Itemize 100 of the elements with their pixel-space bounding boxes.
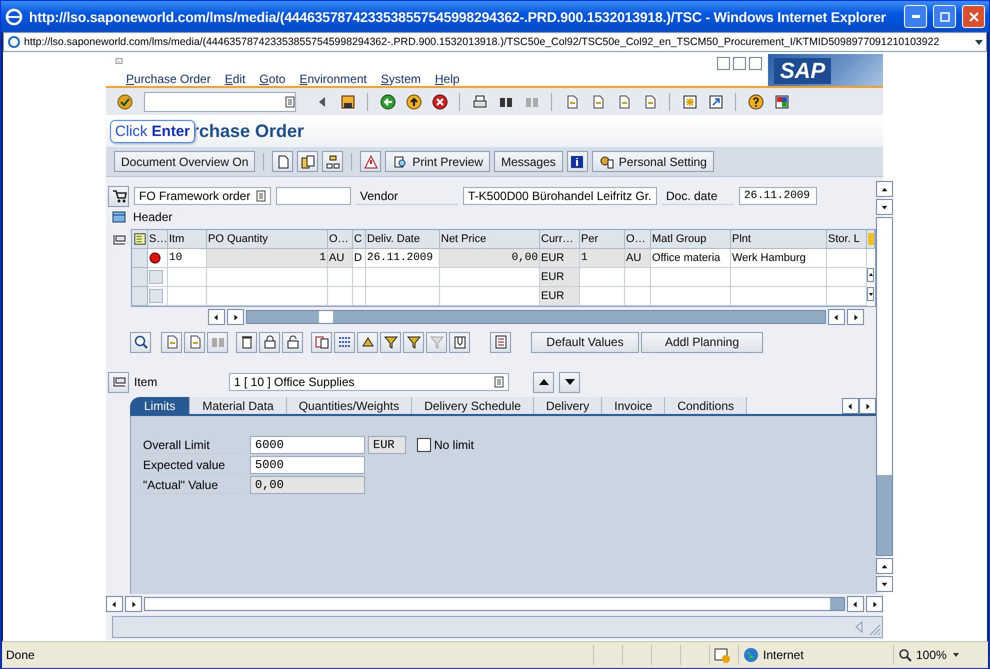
menu-item[interactable]: Environment	[299, 72, 367, 86]
delete-icon[interactable]	[236, 332, 257, 352]
horizontal-scrollbar[interactable]	[144, 597, 845, 611]
command-field[interactable]	[144, 92, 296, 112]
tab[interactable]: Material Data	[190, 397, 287, 414]
scroll-up-icon[interactable]	[876, 181, 893, 197]
filter-settings-icon[interactable]	[403, 332, 424, 352]
section-label: Header	[133, 210, 172, 224]
address-field[interactable]: http://lso.saponeworld.com/lms/media/(4446357874233538557545998294362-.PRD.900.1532013918.)/TSC50e_Col92/TSC50e_Col92_en_TSCM50_Procurement_I/KTMID5098977091210103922	[3, 32, 987, 52]
column-header[interactable]: Itm	[168, 230, 207, 249]
insert-row-icon[interactable]	[184, 332, 205, 352]
scroll-right-icon[interactable]	[866, 596, 883, 612]
rows-icon[interactable]	[334, 332, 355, 352]
menu-item[interactable]: Help	[434, 72, 460, 86]
lock-icon[interactable]	[259, 332, 280, 352]
table-settings-icon[interactable]	[132, 230, 148, 249]
column-header[interactable]: Matl Group	[651, 230, 731, 249]
field-label: Doc. date	[662, 187, 734, 205]
addl-planning-button[interactable]: Addl Planning	[641, 332, 763, 352]
tab[interactable]: Limits	[130, 397, 190, 414]
warning-icon[interactable]	[360, 151, 382, 172]
date-field[interactable]: 26.11.2009	[739, 187, 817, 205]
scroll-left-icon[interactable]	[208, 309, 225, 325]
close-button[interactable]	[749, 57, 762, 70]
tab-right-icon[interactable]	[859, 398, 876, 414]
menu-item[interactable]: Purchase Order	[126, 72, 211, 86]
scroll-up-icon[interactable]	[876, 558, 893, 574]
create-icon[interactable]	[272, 151, 294, 172]
column-header[interactable]: Deliv. Date	[366, 230, 440, 249]
sort-icon[interactable]	[357, 332, 378, 352]
hierarchy-icon[interactable]	[322, 151, 344, 172]
maximize-button[interactable]	[933, 5, 956, 28]
scroll-up-icon[interactable]	[867, 268, 874, 282]
column-header[interactable]: PO Quantity	[207, 230, 328, 249]
window-title: http://lso.saponeworld.com/lms/media/(4446357874233538557545998294362-.PRD.900.1532013918.)/TSC - Windows Internet Explorer	[29, 8, 887, 24]
column-header[interactable]: O…	[625, 230, 651, 249]
tab-left-icon[interactable]	[842, 398, 859, 414]
personal-setting-button[interactable]: Personal Setting	[592, 151, 714, 172]
clipboard-icon[interactable]	[449, 332, 470, 352]
scroll-down-icon[interactable]	[876, 576, 893, 592]
tab[interactable]: Delivery	[534, 397, 602, 414]
filter-icon[interactable]	[380, 332, 401, 352]
tab[interactable]: Quantities/Weights	[286, 397, 412, 414]
horizontal-scrollbar[interactable]	[246, 310, 826, 324]
zoom-level[interactable]: 100%	[916, 648, 947, 662]
scroll-down-icon[interactable]	[867, 287, 874, 301]
menu-item[interactable]: Goto	[259, 72, 286, 86]
column-header[interactable]: Curr…	[540, 230, 580, 249]
order-type-select[interactable]: FO Framework order	[134, 187, 271, 205]
vertical-scrollbar[interactable]	[876, 217, 893, 556]
vendor-field[interactable]: T-K500D00 Bürohandel Leifritz Gr.	[463, 187, 657, 205]
add-row-icon[interactable]	[161, 332, 182, 352]
scroll-right-icon[interactable]	[847, 309, 864, 325]
scroll-left-icon[interactable]	[828, 309, 845, 325]
unlock-icon[interactable]	[282, 332, 303, 352]
messages-button[interactable]: Messages	[494, 151, 563, 172]
column-header[interactable]: C	[353, 230, 366, 249]
table-cell: 26.11.2009	[366, 249, 440, 268]
checkbox[interactable]	[417, 438, 431, 452]
default-values-button[interactable]: Default Values	[531, 332, 639, 352]
column-header[interactable]: Per	[580, 230, 625, 249]
preview-icon	[392, 154, 408, 170]
cart-icon[interactable]	[108, 186, 129, 206]
column-header[interactable]: Net Price	[440, 230, 540, 249]
column-header[interactable]: O…	[328, 230, 353, 249]
collapse-item-icon[interactable]	[108, 372, 129, 392]
column-header[interactable]: Plnt	[731, 230, 827, 249]
document-number-field[interactable]	[276, 187, 351, 205]
print-preview-button[interactable]: Print Preview	[385, 151, 490, 172]
info-icon[interactable]	[566, 151, 588, 172]
table-cell: D	[353, 249, 366, 268]
value-field[interactable]: 5000	[250, 456, 365, 474]
menu-item[interactable]: Edit	[224, 72, 246, 86]
scroll-right-icon[interactable]	[125, 596, 142, 612]
tab[interactable]: Delivery Schedule	[412, 397, 534, 414]
menu-item[interactable]: System	[380, 72, 421, 86]
value-field[interactable]: 6000	[250, 436, 365, 454]
scroll-left-icon[interactable]	[847, 596, 864, 612]
minimize-button[interactable]	[717, 57, 730, 70]
table-cell: AU	[328, 249, 353, 268]
tab[interactable]: Invoice	[602, 397, 666, 414]
item-select[interactable]: 1 [ 10 ] Office Supplies	[229, 373, 509, 391]
scroll-left-icon[interactable]	[106, 596, 123, 612]
next-item-icon[interactable]	[559, 372, 580, 392]
restore-button[interactable]	[733, 57, 746, 70]
details-icon[interactable]	[130, 332, 151, 352]
zoom-icon	[898, 648, 912, 662]
column-header[interactable]: Stor. L	[827, 230, 867, 249]
overview-button[interactable]: Document Overview On	[114, 151, 256, 172]
copy-icon[interactable]	[311, 332, 332, 352]
scroll-right-icon[interactable]	[227, 309, 244, 325]
list-icon	[494, 376, 504, 388]
column-header[interactable]: S…	[148, 230, 168, 249]
list-icon[interactable]	[490, 332, 511, 352]
tab[interactable]: Conditions	[665, 397, 748, 414]
previous-item-icon[interactable]	[533, 372, 554, 392]
section-label: Item	[134, 375, 158, 389]
other-document-icon[interactable]	[297, 151, 318, 172]
scroll-down-icon[interactable]	[876, 199, 893, 215]
table-cell: Werk Hamburg	[731, 249, 827, 268]
